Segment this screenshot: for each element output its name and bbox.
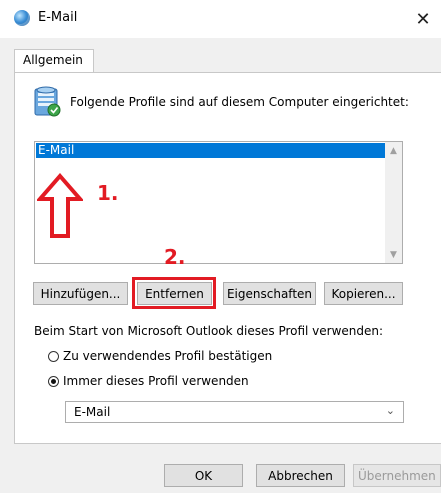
close-button[interactable]: ✕ [405,0,441,38]
properties-button[interactable]: Eigenschaften [223,282,316,305]
apply-button: Übernehmen [353,464,441,487]
tab-general-label: Allgemein [23,53,83,67]
scroll-up-icon[interactable]: ▲ [385,142,402,159]
ok-button[interactable]: OK [164,464,243,487]
profile-select[interactable]: E-Mail ⌄ [65,401,404,423]
profile-list[interactable]: E-Mail ▲ ▼ [34,141,403,264]
radio-prompt-profile-label: Zu verwendendes Profil bestätigen [63,349,273,363]
window-title: E-Mail [38,10,78,25]
radio-prompt-profile[interactable]: Zu verwendendes Profil bestätigen [48,348,272,364]
annotation-step-2: 2. [164,245,186,269]
profiles-icon [34,86,61,117]
profile-select-value: E-Mail [74,405,111,419]
startup-label: Beim Start von Microsoft Outlook dieses … [34,324,384,338]
radio-always-use-profile[interactable]: Immer dieses Profil verwenden [48,373,249,389]
chevron-down-icon[interactable]: ⌄ [386,404,395,417]
list-scrollbar[interactable]: ▲ ▼ [385,142,402,263]
radio-always-use-profile-label: Immer dieses Profil verwenden [63,374,249,388]
radio-button-checked-icon[interactable] [48,375,59,387]
profile-list-item[interactable]: E-Mail [36,143,385,158]
scroll-down-icon[interactable]: ▼ [385,246,402,263]
profiles-header: Folgende Profile sind auf diesem Compute… [70,95,409,109]
title-bar: E-Mail ✕ [0,0,441,38]
tab-general[interactable]: Allgemein [14,49,94,73]
red-arrow-up-icon [37,173,83,238]
radio-button-icon[interactable] [48,350,59,362]
email-profiles-dialog: E-Mail ✕ Allgemein Folgende Profile sind… [0,0,441,493]
add-button[interactable]: Hinzufügen... [33,282,128,305]
general-panel: Folgende Profile sind auf diesem Compute… [14,72,441,444]
mail-globe-icon [14,10,30,26]
annotation-highlight-box [132,277,216,309]
annotation-step-1: 1. [97,181,119,205]
cancel-button[interactable]: Abbrechen [256,464,345,487]
copy-button[interactable]: Kopieren... [324,282,403,305]
